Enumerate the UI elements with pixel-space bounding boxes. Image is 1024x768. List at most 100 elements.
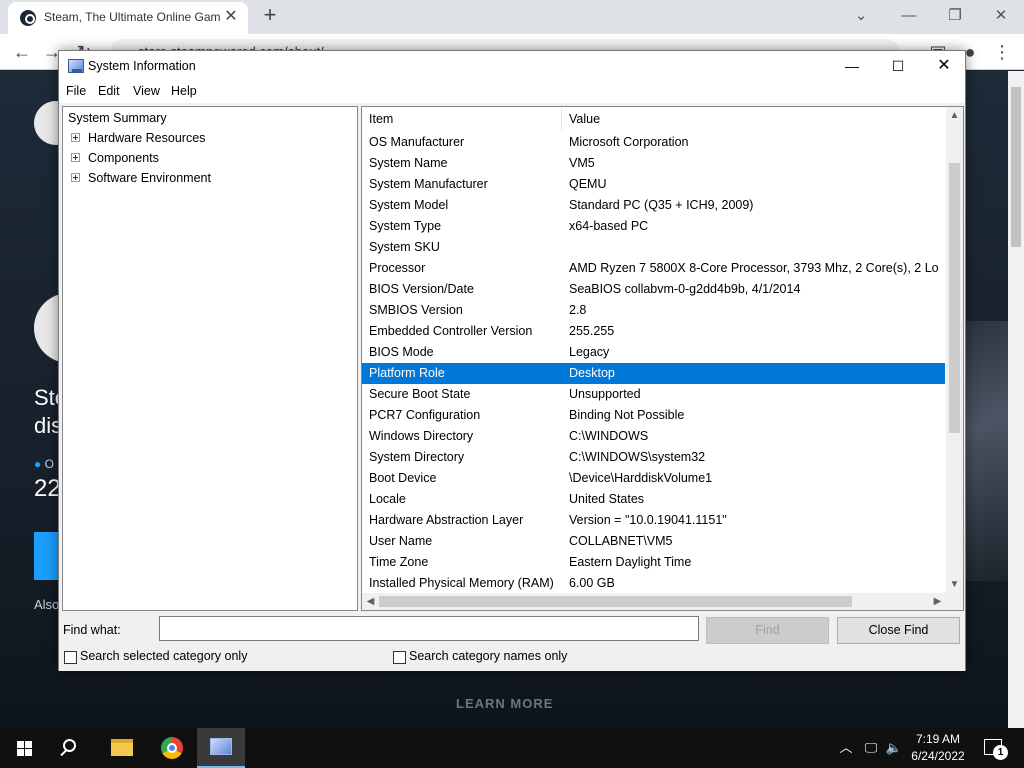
list-row[interactable]: Installed Physical Memory (RAM) 6.00 GB [362,573,945,594]
list-row-value: Eastern Daylight Time [569,555,692,569]
page-scrollbar[interactable] [1008,71,1024,728]
chrome-taskbar-button[interactable] [148,728,196,768]
list-row-item: System Model [369,198,449,212]
close-tab-icon[interactable]: ✕ [222,8,240,26]
show-hidden-icons-icon[interactable]: ︿ [836,728,856,768]
system-information-app-icon [68,59,84,73]
list-row-value: Version = "10.0.19041.1151" [569,513,727,527]
page-scrollbar-thumb[interactable] [1011,87,1021,247]
category-tree[interactable]: System Summary Hardware Resources Compon… [62,106,358,611]
back-arrow-icon[interactable]: ← [10,40,34,64]
list-row-item: OS Manufacturer [369,135,465,149]
details-list[interactable]: Item Value OS Manufacturer Microsoft Corp… [361,106,964,611]
column-divider[interactable] [561,107,562,131]
steam-hero-art [960,321,1008,581]
list-row[interactable]: Windows Directory C:\WINDOWS [362,426,945,447]
learn-more-link[interactable]: LEARN MORE [456,696,553,711]
list-row[interactable]: BIOS Mode Legacy [362,342,945,363]
list-row[interactable]: Locale United States [362,489,945,510]
find-what-input[interactable] [159,616,699,641]
list-row[interactable]: System Directory C:\WINDOWS\system32 [362,447,945,468]
menu-help[interactable]: Help [171,84,197,98]
checkbox-box[interactable] [393,651,406,664]
find-button[interactable]: Find [706,617,829,644]
tab-search-icon[interactable]: ⌄ [838,2,884,30]
search-icon [63,739,76,752]
tree-item-label: Hardware Resources [88,131,206,145]
network-icon[interactable]: 🖵 [860,728,882,768]
list-row[interactable]: System Model Standard PC (Q35 + ICH9, 200… [362,195,945,216]
tree-item-label: System Summary [68,111,167,125]
maximize-icon[interactable]: ☐ [875,51,921,81]
list-row-value: AMD Ryzen 7 5800X 8-Core Processor, 3793… [569,261,939,275]
windows-logo-icon [17,741,32,756]
scroll-down-icon[interactable]: ▼ [946,576,963,593]
list-row-item: User Name [369,534,433,548]
list-row[interactable]: System Name VM5 [362,153,945,174]
browser-tab[interactable]: Steam, The Ultimate Online Gam ✕ [8,2,248,34]
list-row[interactable]: System Type x64-based PC [362,216,945,237]
window-title: System Information [88,59,196,73]
list-row[interactable]: Secure Boot State Unsupported [362,384,945,405]
list-row-value: C:\WINDOWS\system32 [569,450,706,464]
horizontal-scrollbar[interactable]: ◀ ▶ [362,593,946,610]
column-header-item[interactable]: Item [369,107,393,131]
horizontal-scrollbar-thumb[interactable] [379,596,852,607]
browser-tab-title: Steam, The Ultimate Online Gam [44,10,221,24]
list-row[interactable]: Processor AMD Ryzen 7 5800X 8-Core Proces… [362,258,945,279]
column-header-value[interactable]: Value [569,107,600,131]
volume-icon[interactable]: 🔈 [884,728,904,768]
list-row[interactable]: Boot Device \Device\HarddiskVolume1 [362,468,945,489]
list-row-item: Windows Directory [369,429,474,443]
list-row[interactable]: Platform Role Desktop [362,363,945,384]
list-row[interactable]: PCR7 Configuration Binding Not Possible [362,405,945,426]
list-row[interactable]: User Name COLLABNET\VM5 [362,531,945,552]
close-find-button[interactable]: Close Find [837,617,960,644]
list-row-item: Processor [369,261,426,275]
vertical-scrollbar-thumb[interactable] [949,163,960,433]
list-row[interactable]: Embedded Controller Version 255.255 [362,321,945,342]
window-titlebar[interactable]: System Information — ☐ ✕ [59,51,965,81]
list-row-value: VM5 [569,156,595,170]
file-explorer-button[interactable] [98,728,146,768]
list-row-value: SeaBIOS collabvm-0-g2dd4b9b, 4/1/2014 [569,282,801,296]
new-tab-icon[interactable]: + [258,4,282,28]
list-row-item: BIOS Version/Date [369,282,474,296]
scroll-left-icon[interactable]: ◀ [362,593,379,610]
expand-icon[interactable] [71,173,80,182]
browser-minimize-icon[interactable]: — [886,2,932,30]
tree-item-system-summary[interactable]: System Summary [68,108,167,128]
taskbar: ︿ 🖵 🔈 7:19 AM 6/24/2022 1 [0,728,1024,768]
list-row[interactable]: System Manufacturer QEMU [362,174,945,195]
list-row[interactable]: BIOS Version/Date SeaBIOS collabvm-0-g2dd… [362,279,945,300]
chrome-menu-icon[interactable]: ⋮ [990,40,1014,64]
start-button[interactable] [0,728,48,768]
checkbox-box[interactable] [64,651,77,664]
list-row[interactable]: System SKU [362,237,945,258]
list-row[interactable]: SMBIOS Version 2.8 [362,300,945,321]
list-row-value: Microsoft Corporation [569,135,689,149]
system-information-taskbar-button[interactable] [197,728,245,768]
scroll-up-icon[interactable]: ▲ [946,107,963,124]
list-row[interactable]: OS Manufacturer Microsoft Corporation [362,132,945,153]
search-button[interactable] [48,728,96,768]
browser-restore-icon[interactable]: ❐ [932,2,978,30]
list-row-item: Platform Role [369,366,445,380]
notification-count-badge: 1 [993,745,1008,760]
list-row[interactable]: Time Zone Eastern Daylight Time [362,552,945,573]
scroll-right-icon[interactable]: ▶ [929,593,946,610]
expand-icon[interactable] [71,153,80,162]
expand-icon[interactable] [71,133,80,142]
minimize-icon[interactable]: — [829,51,875,81]
close-icon[interactable]: ✕ [921,51,967,81]
vertical-scrollbar[interactable]: ▲ ▼ [946,107,963,593]
menu-edit[interactable]: Edit [98,84,120,98]
taskbar-clock[interactable]: 7:19 AM 6/24/2022 [906,731,970,765]
scrollbar-corner [946,593,963,610]
menu-file[interactable]: File [66,84,86,98]
list-row[interactable]: Hardware Abstraction Layer Version = "10.… [362,510,945,531]
menu-view[interactable]: View [133,84,160,98]
list-row-value: Binding Not Possible [569,408,685,422]
list-row-item: SMBIOS Version [369,303,463,317]
browser-close-icon[interactable]: ✕ [978,2,1024,30]
